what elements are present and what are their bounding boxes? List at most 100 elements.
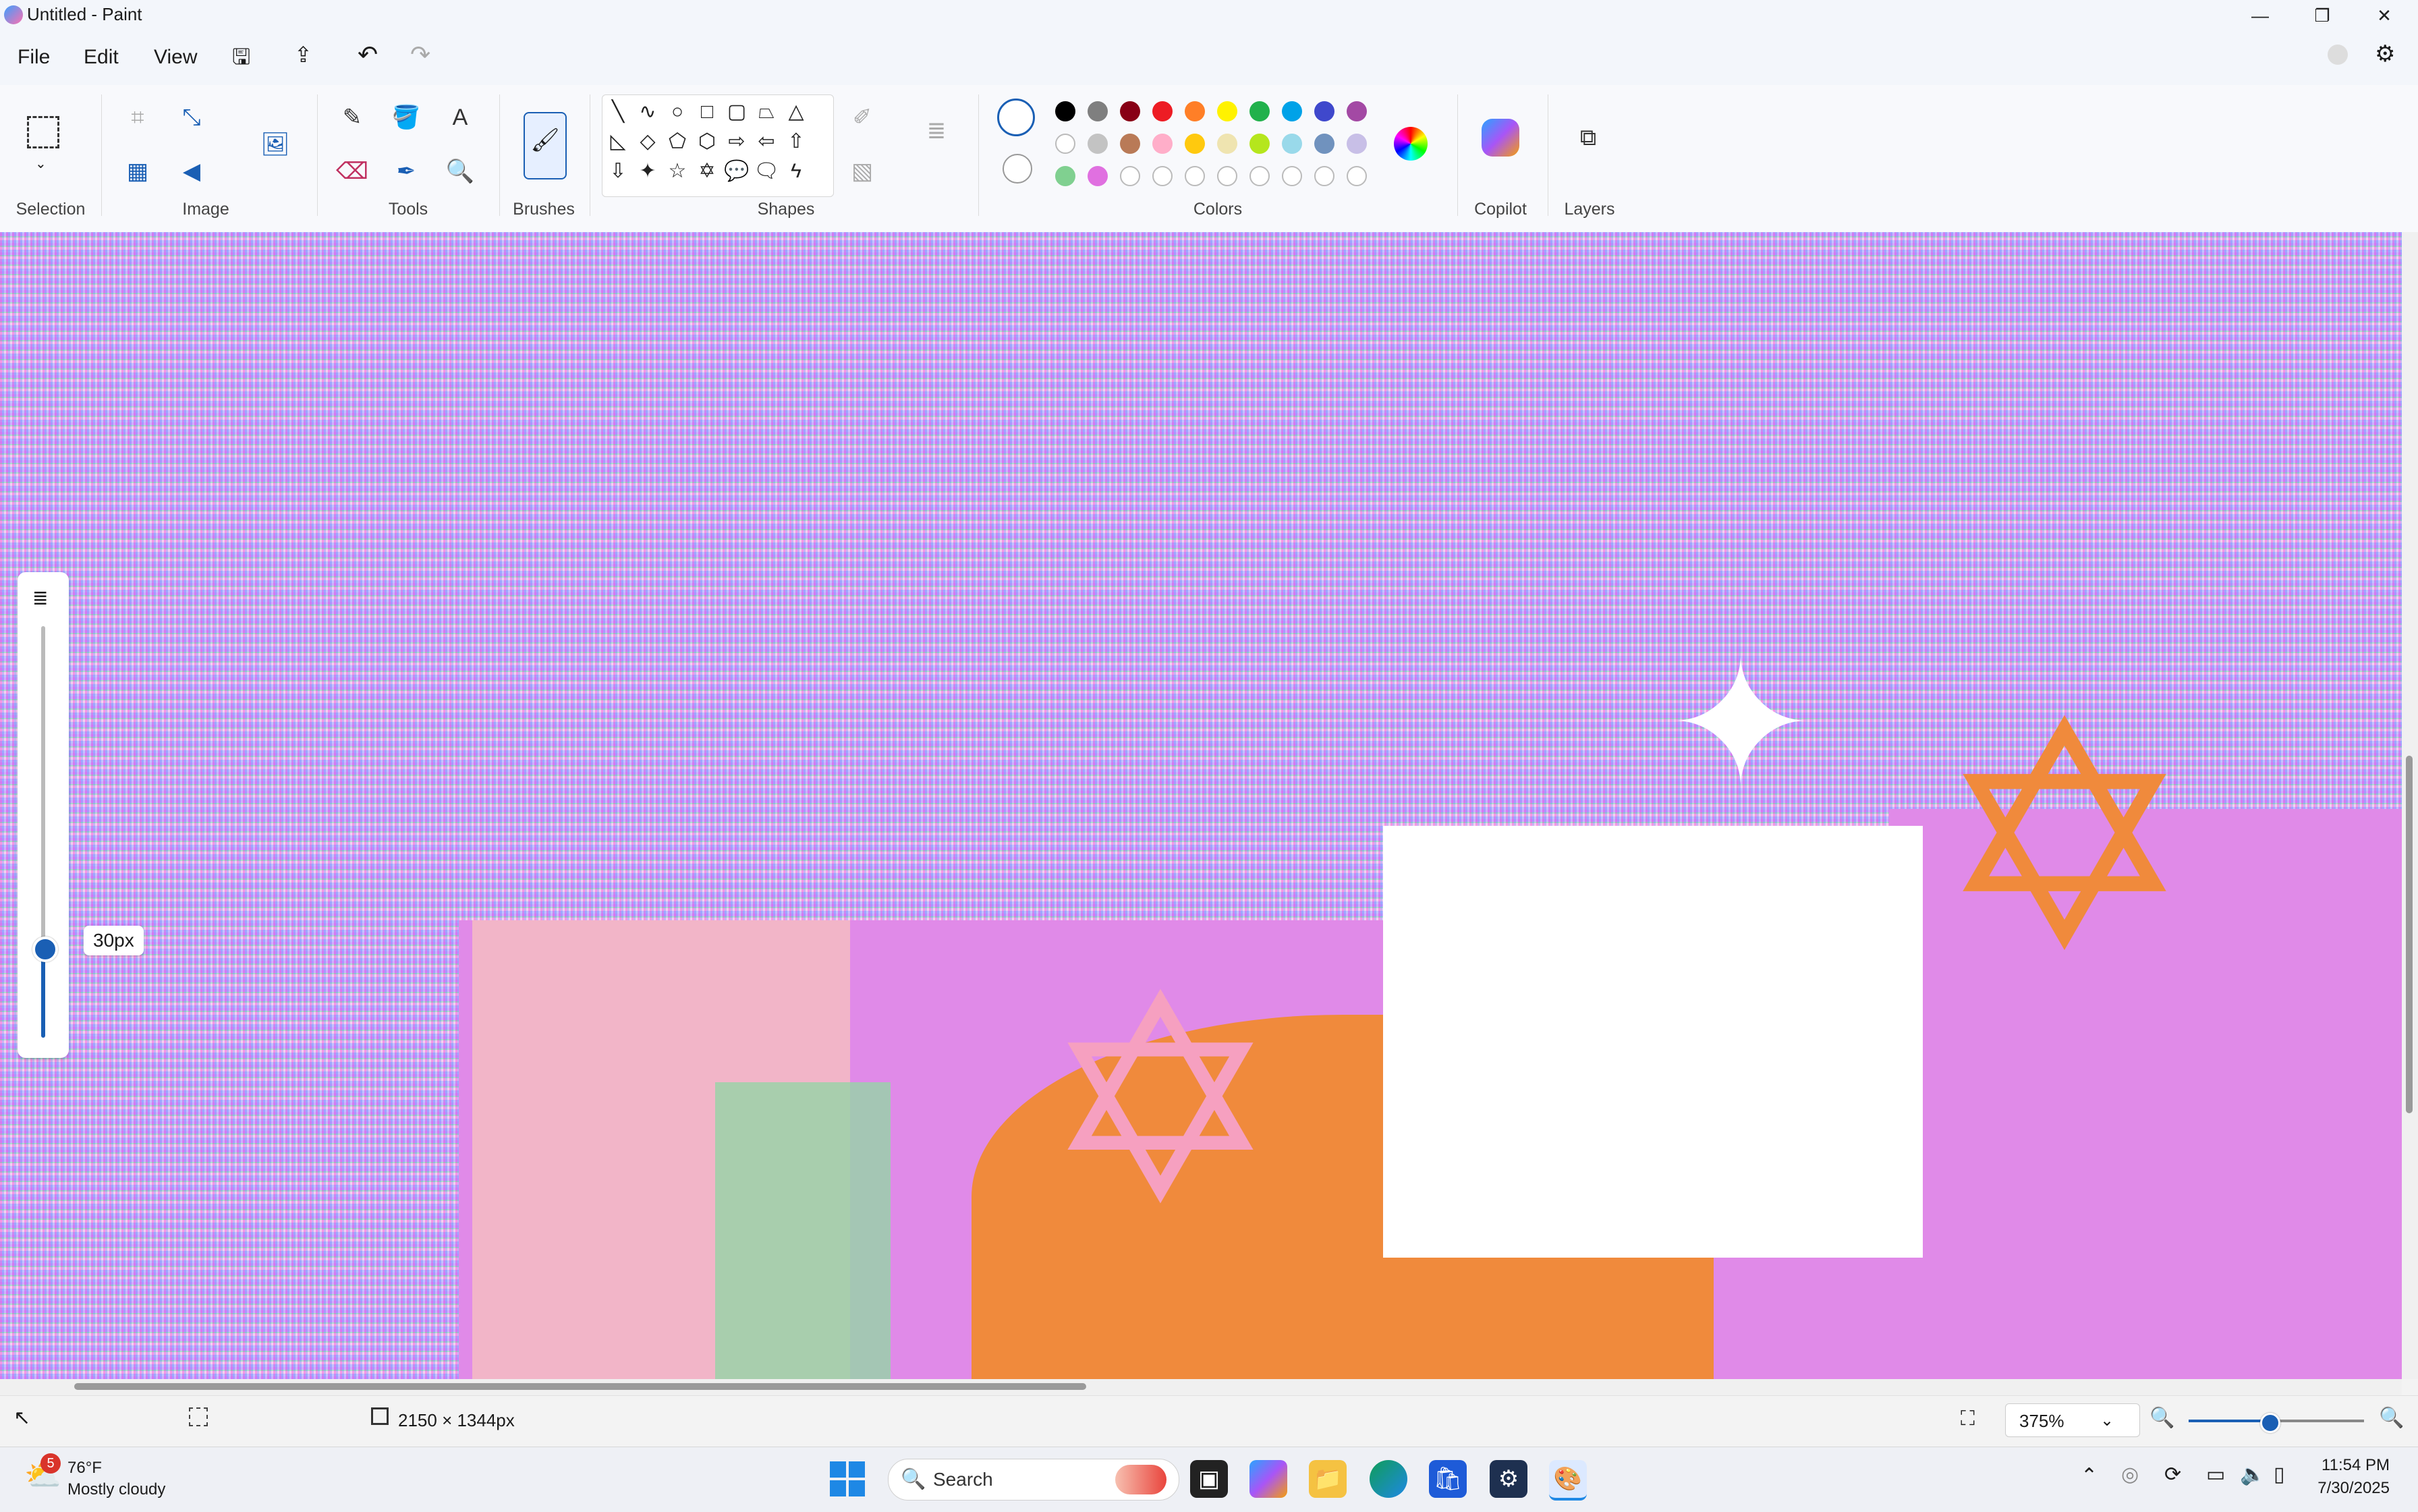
- color-swatch[interactable]: [1055, 166, 1075, 186]
- volume-icon[interactable]: 🔈: [2240, 1463, 2265, 1486]
- paint-taskbar-icon[interactable]: 🎨: [1549, 1460, 1587, 1501]
- sync-icon[interactable]: ⟳: [2164, 1463, 2181, 1486]
- settings-gear-icon[interactable]: ⚙: [2375, 40, 2395, 67]
- six-point-star-shape-icon[interactable]: ✡: [693, 157, 721, 186]
- text-icon[interactable]: A: [441, 99, 479, 136]
- select-all-icon[interactable]: ▦: [119, 152, 157, 190]
- color-swatch[interactable]: [1055, 101, 1075, 121]
- lightning-shape-icon[interactable]: ϟ: [782, 157, 810, 186]
- task-view-icon[interactable]: ▣: [1190, 1460, 1228, 1498]
- undo-icon[interactable]: ↶: [358, 40, 378, 69]
- crop-icon[interactable]: ⌗: [119, 99, 157, 136]
- zoom-in-icon[interactable]: 🔍: [2379, 1406, 2404, 1430]
- color-swatch[interactable]: [1088, 101, 1108, 121]
- fill-icon[interactable]: ▧: [843, 152, 881, 190]
- file-explorer-icon[interactable]: 📁: [1309, 1460, 1347, 1498]
- battery-icon[interactable]: ▯: [2274, 1463, 2285, 1486]
- brush-icon[interactable]: 🖌: [524, 112, 567, 179]
- color-picker-icon[interactable]: ✒: [387, 152, 425, 190]
- clock-time[interactable]: 11:54 PM: [2315, 1456, 2390, 1475]
- color-swatch[interactable]: [1217, 101, 1237, 121]
- rounded-rectangle-shape-icon[interactable]: ▢: [723, 98, 751, 126]
- edit-colors-icon[interactable]: [1394, 127, 1428, 161]
- four-point-star-shape-icon[interactable]: ✦: [634, 157, 662, 186]
- primary-color-swatch[interactable]: [997, 99, 1035, 136]
- color-swatch[interactable]: [1055, 134, 1075, 154]
- copilot-taskbar-icon[interactable]: [1249, 1460, 1287, 1498]
- magnifier-icon[interactable]: 🔍: [441, 152, 479, 190]
- color-swatch[interactable]: [1088, 166, 1108, 186]
- secondary-color-swatch[interactable]: [1003, 154, 1032, 184]
- color-swatch[interactable]: [1152, 134, 1173, 154]
- save-icon[interactable]: 🖫: [232, 42, 250, 78]
- color-swatch[interactable]: [1347, 101, 1367, 121]
- arrow-up-shape-icon[interactable]: ⇧: [782, 128, 810, 156]
- fit-to-window-icon[interactable]: ⛶: [1961, 1407, 1975, 1430]
- selection-icon[interactable]: [27, 116, 59, 148]
- zoom-slider-handle[interactable]: [2260, 1413, 2280, 1433]
- taskbar-search-box[interactable]: 🔍 Search: [888, 1459, 1179, 1501]
- color-swatch[interactable]: [1249, 101, 1270, 121]
- start-windows-icon[interactable]: [830, 1461, 865, 1496]
- color-swatch[interactable]: [1282, 166, 1302, 186]
- color-swatch[interactable]: [1314, 134, 1334, 154]
- copilot-icon[interactable]: [1482, 119, 1519, 157]
- color-swatch[interactable]: [1282, 134, 1302, 154]
- five-point-star-shape-icon[interactable]: ☆: [663, 157, 692, 186]
- fill-bucket-icon[interactable]: 🪣: [387, 99, 425, 136]
- triangle-shape-icon[interactable]: △: [782, 98, 810, 126]
- drawing-canvas[interactable]: ✡ ✡ ✦: [0, 232, 2402, 1379]
- color-swatch[interactable]: [1249, 134, 1270, 154]
- color-swatch[interactable]: [1088, 134, 1108, 154]
- edge-browser-icon[interactable]: [1370, 1460, 1407, 1498]
- display-icon[interactable]: ▭: [2206, 1463, 2225, 1486]
- polygon-shape-icon[interactable]: ⏢: [752, 98, 781, 126]
- zoom-dropdown[interactable]: 375% ⌄: [2005, 1403, 2140, 1437]
- rectangle-shape-icon[interactable]: □: [693, 98, 721, 126]
- minimize-button[interactable]: —: [2226, 0, 2294, 31]
- color-swatch[interactable]: [1185, 166, 1205, 186]
- color-swatch[interactable]: [1347, 166, 1367, 186]
- clock-date[interactable]: 7/30/2025: [2315, 1479, 2390, 1498]
- rotate-icon[interactable]: ◀: [173, 152, 210, 190]
- line-weight-icon[interactable]: ≣: [918, 112, 955, 150]
- redo-icon[interactable]: ↷: [410, 40, 430, 69]
- outline-icon[interactable]: ✐: [843, 99, 881, 136]
- share-icon[interactable]: ⇪: [294, 42, 312, 67]
- store-icon[interactable]: 🛍: [1429, 1460, 1467, 1498]
- color-swatch[interactable]: [1282, 101, 1302, 121]
- image-icon[interactable]: 🖼: [256, 125, 294, 163]
- arrow-down-shape-icon[interactable]: ⇩: [604, 157, 632, 186]
- layers-icon[interactable]: ⧉: [1569, 119, 1607, 157]
- zoom-out-icon[interactable]: 🔍: [2149, 1406, 2174, 1430]
- hexagon-shape-icon[interactable]: ⬡: [693, 128, 721, 156]
- color-swatch[interactable]: [1152, 101, 1173, 121]
- arrow-left-shape-icon[interactable]: ⇦: [752, 128, 781, 156]
- color-swatch[interactable]: [1347, 134, 1367, 154]
- resize-icon[interactable]: ⤡: [173, 99, 210, 136]
- diamond-shape-icon[interactable]: ◇: [634, 128, 662, 156]
- color-swatch[interactable]: [1217, 166, 1237, 186]
- color-swatch[interactable]: [1152, 166, 1173, 186]
- menu-edit[interactable]: Edit: [84, 46, 119, 69]
- color-swatch[interactable]: [1185, 101, 1205, 121]
- chevron-up-icon[interactable]: ⌃: [2081, 1464, 2098, 1488]
- vertical-scroll-thumb[interactable]: [2406, 756, 2413, 1113]
- line-shape-icon[interactable]: ╲: [604, 98, 632, 126]
- color-swatch[interactable]: [1120, 134, 1140, 154]
- callout-rect-shape-icon[interactable]: 💬: [723, 157, 751, 186]
- menu-view[interactable]: View: [154, 46, 197, 69]
- app-icon[interactable]: ⚙: [1490, 1460, 1527, 1498]
- horizontal-scroll-thumb[interactable]: [74, 1383, 1086, 1390]
- brush-size-slider-handle[interactable]: [32, 936, 58, 962]
- curve-shape-icon[interactable]: ∿: [634, 98, 662, 126]
- eraser-icon[interactable]: ⌫: [333, 152, 371, 190]
- arrow-right-shape-icon[interactable]: ⇨: [723, 128, 751, 156]
- color-swatch[interactable]: [1120, 166, 1140, 186]
- pencil-icon[interactable]: ✎: [333, 99, 371, 136]
- menu-file[interactable]: File: [18, 46, 50, 69]
- oval-shape-icon[interactable]: ○: [663, 98, 692, 126]
- color-swatch[interactable]: [1314, 166, 1334, 186]
- color-swatch[interactable]: [1120, 101, 1140, 121]
- color-swatch[interactable]: [1314, 101, 1334, 121]
